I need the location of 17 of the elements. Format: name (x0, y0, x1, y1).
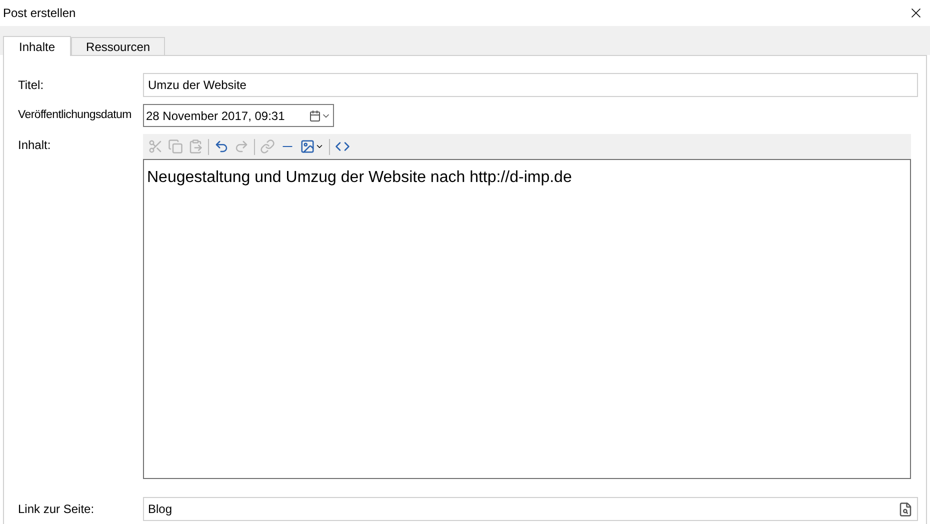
link-field[interactable]: Blog (143, 497, 918, 521)
title-field[interactable]: Umzu der Website (143, 73, 918, 97)
date-field[interactable]: 28 November 2017, 09:31 (143, 104, 334, 127)
image-icon[interactable] (300, 139, 324, 154)
calendar-dropdown-icon[interactable] (309, 110, 331, 122)
page-link-icon[interactable] (898, 502, 913, 516)
undo-icon[interactable] (214, 139, 229, 154)
field-label: Veröffentlichungsdatum (18, 108, 132, 123)
tab[interactable]: Ressourcen (71, 37, 166, 55)
field-label: Inhalt: (18, 137, 52, 154)
content-editor[interactable]: Neugestaltung und Umzug der Website nach http://d-imp.de (143, 159, 911, 479)
code-icon[interactable] (335, 139, 350, 154)
content-text: Neugestaltung und Umzug der Website nach http://d-imp.de (147, 169, 572, 186)
field-label: Link zur Seite: (18, 501, 96, 518)
window-title: Post erstellen (3, 5, 76, 22)
field-label: Titel: (18, 77, 45, 94)
tab[interactable]: Inhalte (3, 36, 72, 56)
